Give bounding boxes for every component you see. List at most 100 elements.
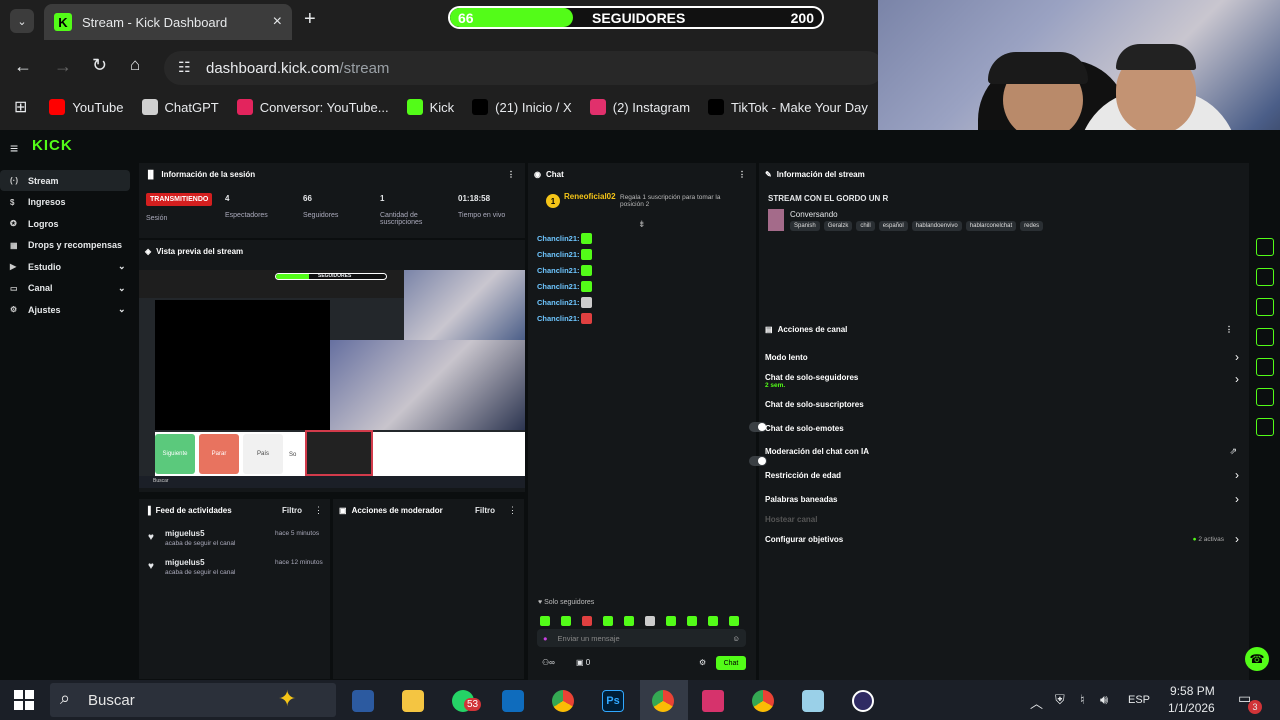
chat-settings-icon[interactable]: ⚙ (699, 658, 706, 667)
url-input[interactable]: ☷ dashboard.kick.com/stream (164, 51, 884, 85)
emote-icon[interactable] (624, 616, 634, 626)
chat-message-user[interactable]: Chanclin21: (537, 266, 580, 275)
quick-action-icon[interactable] (1256, 298, 1274, 316)
chevron-right-icon[interactable]: › (1235, 532, 1239, 546)
stream-tag[interactable]: hablandoenvivo (911, 221, 962, 231)
sidebar-item[interactable]: ▭ Canal ⌄ (0, 278, 136, 299)
chat-pin-icon[interactable]: ⇟ (638, 219, 646, 230)
quick-action-icon[interactable] (1256, 238, 1274, 256)
tray-shield-icon[interactable]: ⛨ (1055, 692, 1065, 708)
channel-action-label[interactable]: Hostear canal (765, 515, 817, 524)
chat-message-user[interactable]: Chanclin21: (537, 298, 580, 307)
bookmark-item[interactable]: ChatGPT (141, 99, 219, 115)
tray-language[interactable]: ESP (1128, 694, 1150, 706)
photoshop-icon[interactable]: Ps (602, 690, 624, 712)
activity-user[interactable]: miguelus5 (165, 529, 205, 538)
support-icon[interactable]: ☎ (1245, 647, 1269, 671)
activity-filter-button[interactable]: Filtro (282, 506, 302, 515)
chat-message-user[interactable]: Chanclin21: (537, 234, 580, 243)
tray-mic-icon[interactable]: ♮ (1080, 692, 1085, 708)
tray-clock[interactable]: 9:58 PM 1/1/2026 (1168, 684, 1215, 715)
sidebar-item[interactable]: ▦ Drops y recompensas (0, 235, 136, 256)
tab-search-icon[interactable]: ⌄ (10, 9, 34, 33)
emote-icon[interactable] (645, 616, 655, 626)
channel-action-label[interactable]: Modo lento (765, 353, 808, 362)
gift-user[interactable]: Reneoficial02 (564, 192, 616, 201)
chrome-active-icon[interactable] (652, 690, 674, 712)
app-pink-icon[interactable] (702, 690, 724, 712)
channel-action-label[interactable]: Palabras baneadas (765, 495, 837, 504)
emote-icon[interactable] (540, 616, 550, 626)
taskbar-app-icon[interactable] (352, 690, 374, 712)
emote-icon[interactable] (687, 616, 697, 626)
home-icon[interactable]: ⌂ (130, 55, 140, 75)
emote-icon[interactable] (729, 616, 739, 626)
chat-input[interactable]: ● Enviar un mensaje ☺ (537, 629, 746, 647)
bookmark-item[interactable]: Conversor: YouTube... (236, 99, 389, 115)
stream-tag[interactable]: redes (1020, 221, 1044, 231)
back-icon[interactable]: ← (14, 56, 32, 77)
emote-icon[interactable] (561, 616, 571, 626)
bookmark-item[interactable]: Kick (406, 99, 454, 115)
windows-start-icon[interactable] (14, 690, 34, 710)
moderator-filter-button[interactable]: Filtro (475, 506, 495, 515)
toggle-switch[interactable] (749, 456, 767, 466)
chrome-profile-icon[interactable] (752, 690, 774, 712)
forward-icon[interactable]: → (54, 56, 72, 77)
tray-chevron-icon[interactable]: ︿ (1030, 693, 1043, 712)
chevron-right-icon[interactable]: › (1235, 350, 1239, 364)
emote-icon[interactable] (603, 616, 613, 626)
chevron-right-icon[interactable]: › (1235, 372, 1239, 386)
taskbar-search[interactable]: ⌕ Buscar ✦ (50, 683, 336, 717)
sidebar-item[interactable]: ▶ Estudio ⌄ (0, 256, 136, 277)
store-icon[interactable] (502, 690, 524, 712)
channel-action-label[interactable]: Chat de solo-seguidores (765, 373, 858, 382)
chat-users-icon[interactable]: ⚇∞ (542, 658, 555, 667)
chevron-right-icon[interactable]: › (1235, 468, 1239, 482)
chevron-right-icon[interactable]: › (1235, 492, 1239, 506)
moderator-more-icon[interactable]: ⋮ (508, 505, 517, 516)
mic-icon[interactable]: ● (543, 634, 548, 643)
file-explorer-icon[interactable] (402, 690, 424, 712)
new-tab-icon[interactable]: + (304, 8, 316, 31)
stream-tag[interactable]: Spanish (790, 221, 820, 231)
apps-icon[interactable]: ⊞ (14, 97, 27, 117)
reload-icon[interactable]: ↻ (92, 55, 107, 76)
channel-action-label[interactable]: Restricción de edad (765, 471, 841, 480)
tab-kick-dashboard[interactable]: K Stream - Kick Dashboard × (44, 4, 292, 40)
emote-row[interactable] (540, 613, 750, 626)
sidebar-item[interactable]: ⚙ Ajustes ⌄ (0, 299, 136, 320)
quick-action-icon[interactable] (1256, 358, 1274, 376)
emoji-icon[interactable]: ☺ (732, 634, 740, 643)
close-tab-icon[interactable]: × (273, 13, 282, 31)
activity-user[interactable]: miguelus5 (165, 558, 205, 567)
bookmark-item[interactable]: (21) Inicio / X (472, 99, 572, 115)
chat-message-user[interactable]: Chanclin21: (537, 314, 580, 323)
channel-action-label[interactable]: Configurar objetivos (765, 535, 843, 544)
sidebar-item[interactable]: ✪ Logros (0, 213, 136, 234)
activity-more-icon[interactable]: ⋮ (314, 505, 323, 516)
channel-action-label[interactable]: Chat de solo-suscriptores (765, 400, 864, 409)
obs-icon[interactable] (852, 690, 874, 712)
bookmark-item[interactable]: YouTube (49, 99, 124, 115)
sidebar-item[interactable]: (·) Stream (0, 170, 130, 191)
stream-tag[interactable]: chill (856, 221, 875, 231)
sidebar-item[interactable]: $ Ingresos (0, 192, 136, 213)
app-ice-icon[interactable] (802, 690, 824, 712)
tray-volume-icon[interactable]: 🔊︎ (1100, 692, 1108, 708)
emote-icon[interactable] (666, 616, 676, 626)
quick-action-icon[interactable] (1256, 268, 1274, 286)
quick-action-icon[interactable] (1256, 418, 1274, 436)
emote-icon[interactable] (582, 616, 592, 626)
stream-tag[interactable]: Geralzk (823, 221, 853, 231)
chat-send-button[interactable]: Chat (716, 656, 746, 670)
site-info-icon[interactable]: ☷ (178, 59, 191, 76)
chat-message-user[interactable]: Chanclin21: (537, 282, 580, 291)
whatsapp-icon[interactable]: 53 (452, 690, 482, 712)
preview-video[interactable]: SEGUIDORES Siguiente Parar País So Busca… (139, 270, 525, 488)
chrome-icon[interactable] (552, 690, 574, 712)
external-link-icon[interactable]: ⇗ (1229, 446, 1237, 457)
stream-tag[interactable]: hablarconelchat (965, 221, 1017, 231)
channel-action-label[interactable]: Moderación del chat con IA (765, 447, 869, 456)
quick-action-icon[interactable] (1256, 388, 1274, 406)
